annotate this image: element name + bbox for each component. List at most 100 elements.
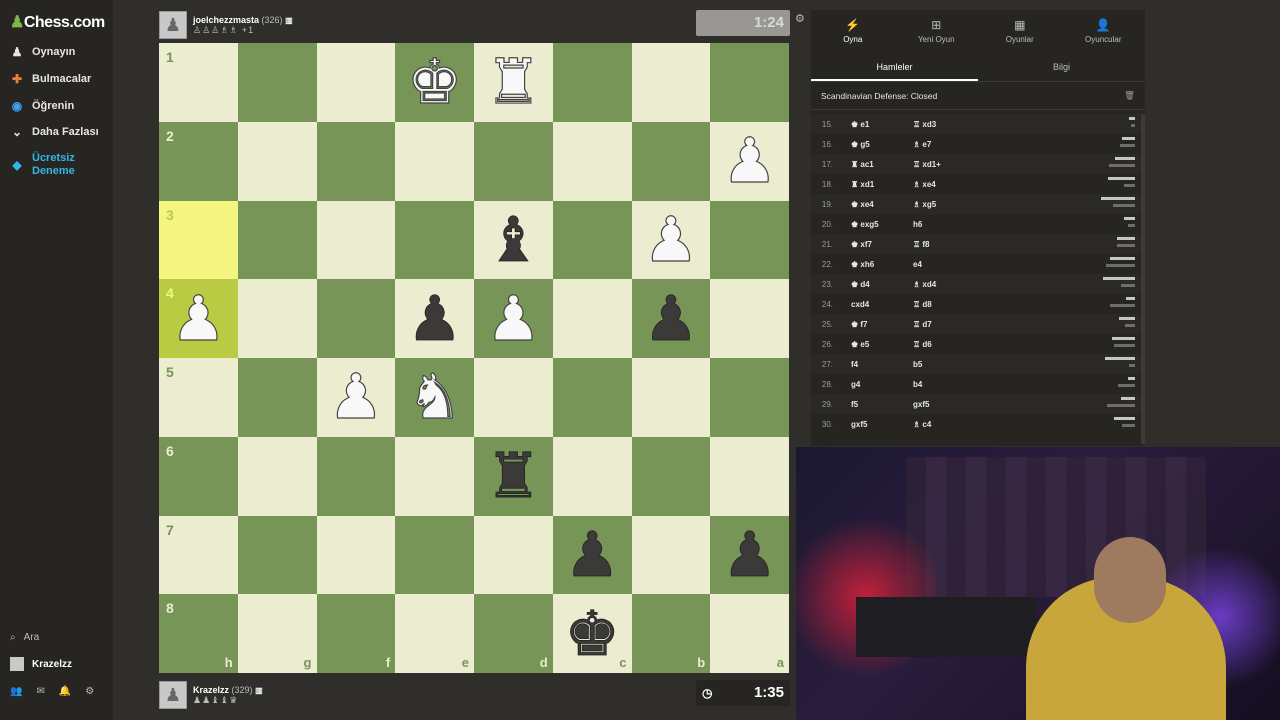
- subtab-1[interactable]: Bilgi: [978, 52, 1145, 81]
- white-piece[interactable]: ♜: [485, 50, 542, 113]
- board-square[interactable]: [395, 515, 474, 595]
- board-square[interactable]: [316, 279, 396, 358]
- bottom-player-avatar[interactable]: ♟: [159, 681, 187, 709]
- board-square[interactable]: [710, 436, 789, 516]
- white-piece[interactable]: ♟: [327, 365, 384, 428]
- board-square[interactable]: [237, 279, 317, 358]
- board-square[interactable]: [631, 43, 711, 122]
- tab-2[interactable]: ▦ Oyunlar: [978, 10, 1062, 52]
- board-square[interactable]: [631, 436, 711, 516]
- mail-icon[interactable]: ✉: [36, 686, 44, 697]
- board-square[interactable]: [395, 436, 474, 516]
- white-move[interactable]: ♜ ac1: [839, 160, 901, 169]
- white-piece[interactable]: ♟: [485, 287, 542, 350]
- board-square[interactable]: [552, 200, 632, 280]
- board-square[interactable]: [237, 200, 317, 280]
- board-square[interactable]: [710, 358, 789, 437]
- white-move[interactable]: ♚ xf7: [839, 240, 901, 249]
- black-piece[interactable]: ♝: [485, 208, 541, 271]
- white-piece[interactable]: ♟: [721, 129, 778, 192]
- white-piece[interactable]: ♟: [642, 208, 699, 271]
- black-move[interactable]: ♗ c4: [901, 420, 963, 429]
- board-square[interactable]: [710, 43, 789, 122]
- board-square[interactable]: ♚: [395, 43, 474, 122]
- black-move[interactable]: ♖ f8: [901, 240, 963, 249]
- white-move[interactable]: ♚ xh6: [839, 260, 901, 269]
- nav-item-4[interactable]: ◆ Ücretsiz Deneme: [10, 152, 92, 178]
- board-square[interactable]: [395, 121, 474, 201]
- board-square[interactable]: ♟: [316, 358, 396, 437]
- board-square[interactable]: [552, 43, 632, 122]
- board-square[interactable]: 4 ♟: [159, 279, 238, 358]
- board-square[interactable]: 7: [159, 515, 238, 595]
- board-square[interactable]: [237, 43, 317, 122]
- white-move[interactable]: f4: [839, 360, 901, 369]
- board-square[interactable]: [316, 43, 396, 122]
- board-square[interactable]: ♝: [474, 200, 553, 280]
- board-square[interactable]: [237, 358, 317, 437]
- black-move[interactable]: h6: [901, 220, 963, 229]
- black-move[interactable]: gxf5: [901, 400, 963, 409]
- board-square[interactable]: 1: [159, 43, 238, 122]
- black-piece[interactable]: ♚: [564, 602, 620, 665]
- board-square[interactable]: [395, 200, 474, 280]
- black-move[interactable]: ♖ xd1+: [901, 160, 963, 169]
- board-square[interactable]: [316, 515, 396, 595]
- white-move[interactable]: f5: [839, 400, 901, 409]
- tab-1[interactable]: ⊞ Yeni Oyun: [895, 10, 979, 52]
- black-piece[interactable]: ♜: [485, 444, 541, 507]
- black-piece[interactable]: ♟: [721, 523, 777, 586]
- tab-3[interactable]: 👤 Oyuncular: [1062, 10, 1146, 52]
- board-square[interactable]: f: [316, 594, 396, 673]
- white-move[interactable]: ♚ f7: [839, 320, 901, 329]
- board-square[interactable]: g: [237, 594, 317, 673]
- top-player-avatar[interactable]: ♟: [159, 11, 187, 39]
- board-square[interactable]: ♟: [395, 279, 474, 358]
- black-move[interactable]: ♖ d6: [901, 340, 963, 349]
- white-move[interactable]: ♜ xd1: [839, 180, 901, 189]
- friends-icon[interactable]: 👥: [10, 686, 22, 697]
- white-move[interactable]: ♚ d4: [839, 280, 901, 289]
- black-move[interactable]: ♖ xd3: [901, 120, 963, 129]
- board-square[interactable]: ♟: [710, 121, 789, 201]
- nav-item-2[interactable]: ◉ Öğrenin: [10, 99, 74, 113]
- board-square[interactable]: a: [710, 594, 789, 673]
- board-square[interactable]: [316, 436, 396, 516]
- black-piece[interactable]: ♟: [564, 523, 620, 586]
- white-move[interactable]: gxf5: [839, 420, 901, 429]
- board-square[interactable]: 6: [159, 436, 238, 516]
- board-square[interactable]: [474, 515, 553, 595]
- chess-board[interactable]: 1 ♚ ♜ 2 ♟ 3 ♝ ♟ 4 ♟ ♟ ♟ ♟ 5 ♟ ♞ 6 ♜ 7 ♟ ♟ 8 h g f e d c ♚ b a: [159, 43, 789, 673]
- black-move[interactable]: ♗ e7: [901, 140, 963, 149]
- board-square[interactable]: [710, 200, 789, 280]
- board-square[interactable]: c ♚: [552, 594, 632, 673]
- board-square[interactable]: e: [395, 594, 474, 673]
- black-piece[interactable]: ♟: [643, 287, 699, 350]
- white-move[interactable]: ♚ e1: [839, 120, 901, 129]
- move-list-scrollbar[interactable]: [1141, 114, 1145, 444]
- board-square[interactable]: ♟: [631, 279, 711, 358]
- board-square[interactable]: 2: [159, 121, 238, 201]
- board-square[interactable]: [237, 121, 317, 201]
- nav-item-1[interactable]: ✚ Bulmacalar: [10, 72, 91, 86]
- board-square[interactable]: [710, 279, 789, 358]
- board-square[interactable]: ♟: [474, 279, 553, 358]
- board-square[interactable]: [474, 121, 553, 201]
- board-square[interactable]: [237, 515, 317, 595]
- white-piece[interactable]: ♟: [170, 287, 227, 350]
- board-square[interactable]: [552, 121, 632, 201]
- black-move[interactable]: e4: [901, 260, 963, 269]
- white-move[interactable]: ♚ e5: [839, 340, 901, 349]
- white-move[interactable]: g4: [839, 380, 901, 389]
- bottom-player-name[interactable]: Krazelzz: [193, 685, 229, 695]
- white-move[interactable]: cxd4: [839, 300, 901, 309]
- white-move[interactable]: ♚ exg5: [839, 220, 901, 229]
- black-piece[interactable]: ♟: [406, 287, 462, 350]
- white-move[interactable]: ♚ xe4: [839, 200, 901, 209]
- board-square[interactable]: ♜: [474, 43, 553, 122]
- black-move[interactable]: ♗ xg5: [901, 200, 963, 209]
- move-list[interactable]: 15. ♚ e1 ♖ xd3 16. ♚ g5 ♗ e7 17. ♜ ac1 ♖ xd1+ 18.…: [811, 110, 1145, 434]
- subtab-0[interactable]: Hamleler: [811, 52, 978, 81]
- board-square[interactable]: [631, 515, 711, 595]
- board-square[interactable]: [631, 121, 711, 201]
